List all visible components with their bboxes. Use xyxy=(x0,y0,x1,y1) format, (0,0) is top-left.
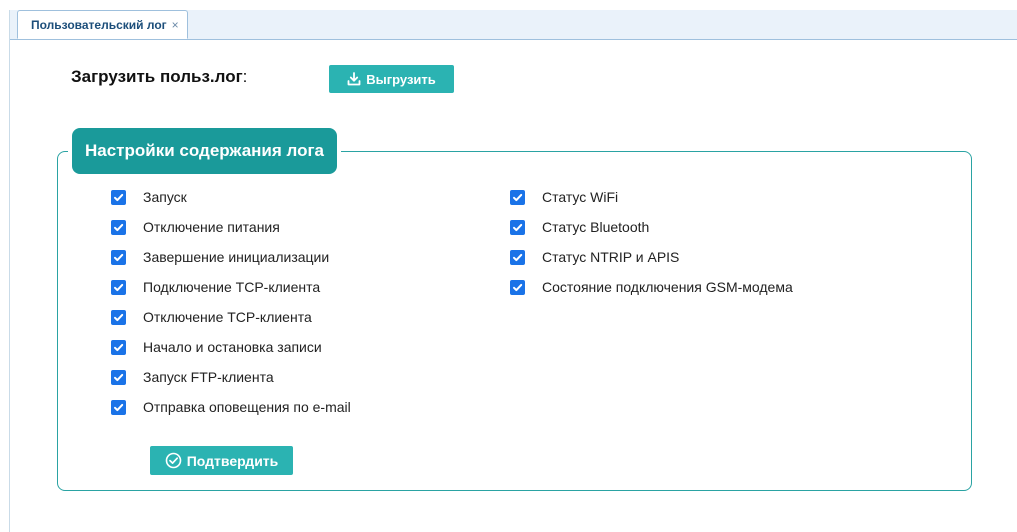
log-option-label: Запуск FTP-клиента xyxy=(143,369,274,385)
left-border xyxy=(9,10,10,532)
check-circle-icon xyxy=(165,452,182,469)
confirm-button[interactable]: Подтвердить xyxy=(150,446,293,475)
checkbox[interactable] xyxy=(111,219,126,235)
log-option-row[interactable]: Статус NTRIP и APIS xyxy=(510,248,679,266)
log-option-label: Отключение питания xyxy=(143,219,280,235)
checkmark-icon xyxy=(513,223,523,231)
checkmark-icon xyxy=(114,223,124,231)
log-option-row[interactable]: Отключение TCP-клиента xyxy=(111,308,312,326)
log-option-row[interactable]: Статус WiFi xyxy=(510,188,618,206)
checkbox[interactable] xyxy=(510,249,525,265)
close-icon[interactable]: × xyxy=(172,18,179,32)
log-option-row[interactable]: Начало и остановка записи xyxy=(111,338,322,356)
export-button-label: Выгрузить xyxy=(366,71,436,87)
checkbox[interactable] xyxy=(510,219,525,235)
checkbox[interactable] xyxy=(111,249,126,265)
checkmark-icon xyxy=(513,253,523,261)
checkmark-icon xyxy=(114,253,124,261)
log-option-row[interactable]: Запуск xyxy=(111,188,187,206)
checkbox[interactable] xyxy=(111,279,126,295)
checkbox[interactable] xyxy=(111,309,126,325)
checkbox[interactable] xyxy=(111,189,126,205)
upload-log-label: Загрузить польз.лог: xyxy=(71,67,248,86)
export-button[interactable]: Выгрузить xyxy=(329,65,454,93)
log-option-label: Отключение TCP-клиента xyxy=(143,309,312,325)
checkmark-icon xyxy=(114,193,124,201)
log-option-label: Состояние подключения GSM-модема xyxy=(542,279,793,295)
checkmark-icon xyxy=(114,343,124,351)
log-option-row[interactable]: Статус Bluetooth xyxy=(510,218,649,236)
log-option-label: Статус NTRIP и APIS xyxy=(542,249,680,265)
log-option-row[interactable]: Завершение инициализации xyxy=(111,248,329,266)
checkmark-icon xyxy=(114,403,124,411)
tab-bar: Пользовательский лог × xyxy=(10,10,1017,40)
log-option-label: Запуск xyxy=(143,189,187,205)
log-option-row[interactable]: Запуск FTP-клиента xyxy=(111,368,274,386)
tab-label: Пользовательский лог xyxy=(31,17,167,32)
checkbox[interactable] xyxy=(510,189,525,205)
log-option-label: Статус WiFi xyxy=(542,189,619,205)
download-icon xyxy=(347,72,361,86)
checkmark-icon xyxy=(114,373,124,381)
checkmark-icon xyxy=(513,283,523,291)
log-option-row[interactable]: Отключение питания xyxy=(111,218,280,236)
log-settings-legend: Настройки содержания лога xyxy=(72,128,338,174)
checkmark-icon xyxy=(114,313,124,321)
log-option-label: Завершение инициализации xyxy=(143,249,330,265)
checkbox[interactable] xyxy=(111,399,126,415)
checkbox[interactable] xyxy=(510,279,525,295)
confirm-button-label: Подтвердить xyxy=(186,452,279,469)
log-option-row[interactable]: Отправка оповещения по e-mail xyxy=(111,398,351,416)
log-option-label: Подключение TCP-клиента xyxy=(143,279,321,295)
checkbox[interactable] xyxy=(111,339,126,355)
log-option-label: Статус Bluetooth xyxy=(542,219,650,235)
checkmark-icon xyxy=(513,193,523,201)
log-option-row[interactable]: Подключение TCP-клиента xyxy=(111,278,320,296)
log-option-row[interactable]: Состояние подключения GSM-модема xyxy=(510,278,793,296)
checkmark-icon xyxy=(114,283,124,291)
tab-user-log[interactable]: Пользовательский лог × xyxy=(17,10,188,39)
checkbox[interactable] xyxy=(111,369,126,385)
log-option-label: Отправка оповещения по e-mail xyxy=(143,399,351,415)
log-option-label: Начало и остановка записи xyxy=(143,339,322,355)
